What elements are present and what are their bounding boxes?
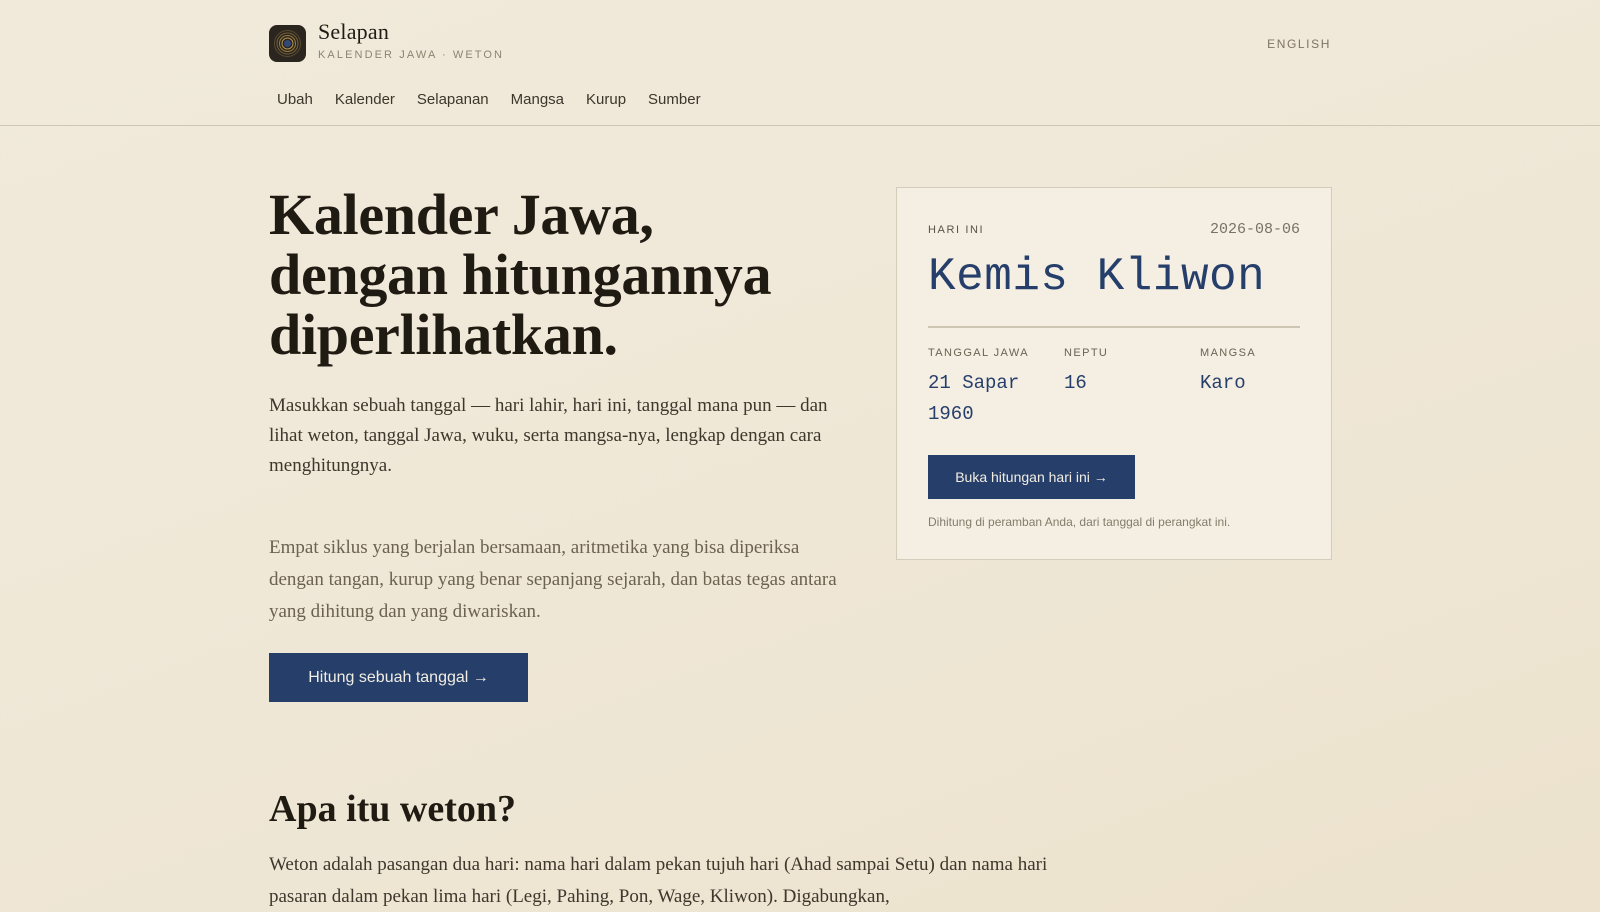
stat-label: MANGSA xyxy=(1200,347,1257,359)
stat-tanggal-jawa: TANGGAL JAWA 21 Sapar 1960 xyxy=(928,347,1048,430)
nav-item-sumber[interactable]: Sumber xyxy=(648,91,701,108)
hero-title-line: diperlihatkan. xyxy=(269,302,618,367)
nav-item-kalender[interactable]: Kalender xyxy=(335,91,395,108)
main-nav: Ubah Kalender Selapanan Mangsa Kurup Sum… xyxy=(277,91,723,108)
stat-value: Karo xyxy=(1200,372,1246,394)
section-body: Weton adalah pasangan dua hari: nama har… xyxy=(269,854,1048,907)
hero-title-line: Kalender Jawa, xyxy=(269,182,654,247)
today-card: HARI INI 2026-08-06 Kemis Kliwon TANGGAL… xyxy=(896,187,1332,560)
today-date: 2026-08-06 xyxy=(1209,221,1300,238)
brand-name: Selapan xyxy=(318,19,390,44)
today-label: HARI INI xyxy=(928,224,985,236)
brand-subtitle: KALENDER JAWA · WETON xyxy=(318,49,505,61)
card-divider xyxy=(928,326,1300,328)
language-switch-link[interactable]: ENGLISH xyxy=(1267,37,1331,51)
stat-value: 16 xyxy=(1064,372,1087,394)
today-weton: Kemis Kliwon xyxy=(928,251,1266,303)
nav-item-mangsa[interactable]: Mangsa xyxy=(511,91,564,108)
hero-lead: Masukkan sebuah tanggal — hari lahir, ha… xyxy=(269,395,828,476)
concentric-circles-icon xyxy=(269,25,306,62)
stat-value: 21 Sapar 1960 xyxy=(928,372,1020,425)
stat-mangsa: MANGSA Karo xyxy=(1200,347,1320,399)
top-header: Selapan KALENDER JAWA · WETON ENGLISH Ub… xyxy=(0,0,1600,126)
section-title: Apa itu weton? xyxy=(269,788,517,830)
nav-item-kurup[interactable]: Kurup xyxy=(586,91,626,108)
nav-item-selapanan[interactable]: Selapanan xyxy=(417,91,489,108)
hero-body: Empat siklus yang berjalan bersamaan, ar… xyxy=(269,537,837,622)
brand[interactable]: Selapan KALENDER JAWA · WETON xyxy=(269,19,505,62)
stat-neptu: NEPTU 16 xyxy=(1064,347,1184,399)
nav-item-ubah[interactable]: Ubah xyxy=(277,91,313,108)
hero-title-line: dengan hitungannya xyxy=(269,242,772,307)
stat-label: TANGGAL JAWA xyxy=(928,347,1029,359)
calculate-date-button[interactable]: Hitung sebuah tanggal → xyxy=(269,653,528,702)
stat-label: NEPTU xyxy=(1064,347,1109,359)
card-note: Dihitung di peramban Anda, dari tanggal … xyxy=(928,515,1231,529)
open-today-calculation-button[interactable]: Buka hitungan hari ini → xyxy=(928,455,1135,499)
hero-title: Kalender Jawa, dengan hitungannya diperl… xyxy=(269,185,829,365)
